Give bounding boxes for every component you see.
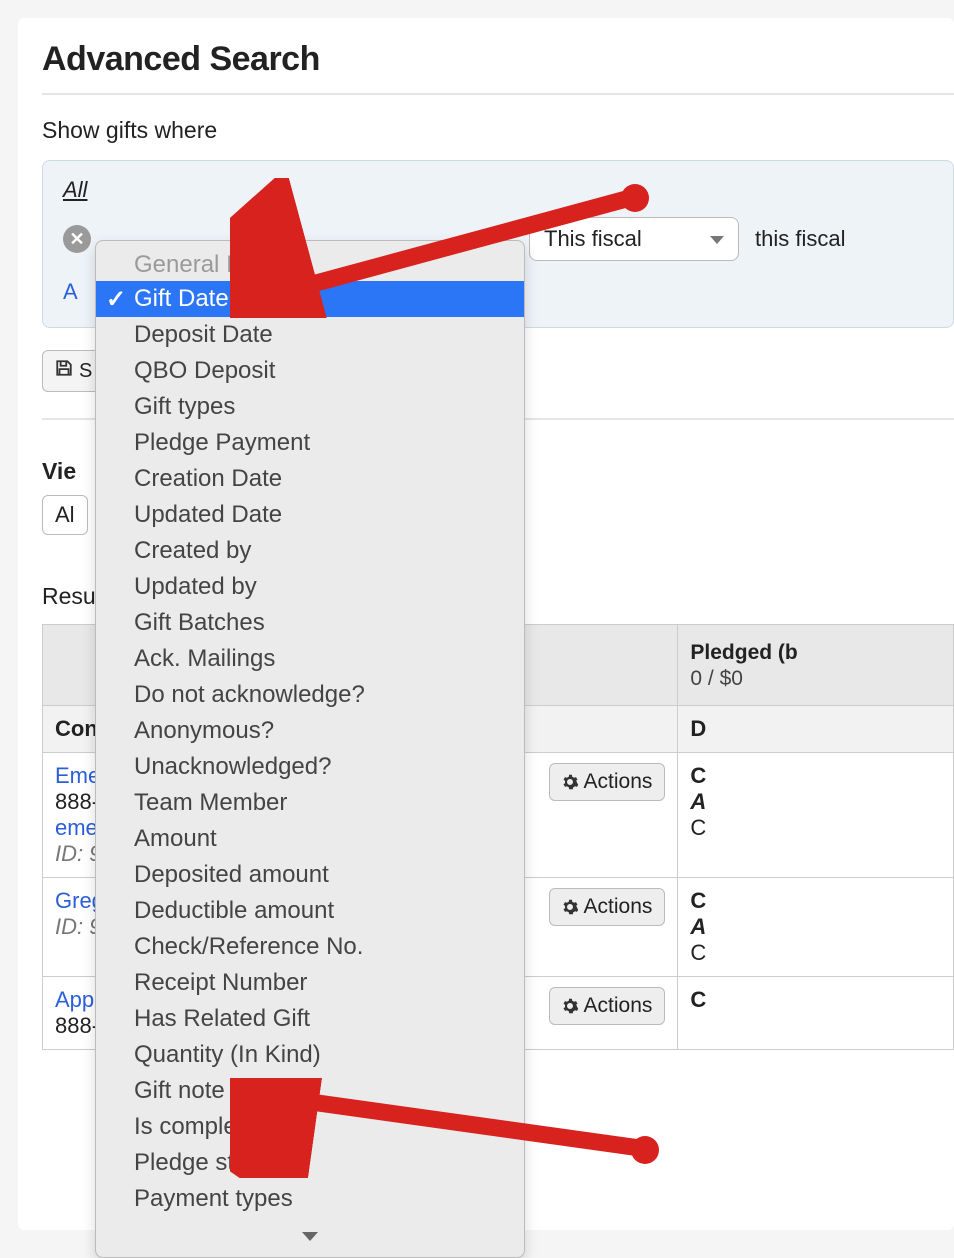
dropdown-option[interactable]: Has Related Gift xyxy=(96,1001,524,1037)
dropdown-scroll-indicator[interactable] xyxy=(96,1217,524,1247)
dropdown-option[interactable]: Created by xyxy=(96,533,524,569)
dropdown-option[interactable]: Team Member xyxy=(96,785,524,821)
gear-icon xyxy=(562,774,578,790)
cell-date: CAC xyxy=(678,753,954,878)
dropdown-group-header: General Info xyxy=(96,245,524,281)
actions-button[interactable]: Actions xyxy=(549,987,666,1025)
dropdown-option[interactable]: Quantity (In Kind) xyxy=(96,1037,524,1073)
cell-date: C xyxy=(678,977,954,1050)
dropdown-option[interactable]: Check/Reference No. xyxy=(96,929,524,965)
view-select[interactable]: Al xyxy=(42,495,88,535)
chevron-down-icon xyxy=(302,1232,318,1241)
dropdown-option[interactable]: Unacknowledged? xyxy=(96,749,524,785)
actions-button[interactable]: Actions xyxy=(549,888,666,926)
summary-pledged: Pledged (b 0 / $0 xyxy=(678,625,954,706)
save-button-label: S xyxy=(79,360,92,383)
dropdown-option[interactable]: Gift Date xyxy=(96,281,524,317)
field-dropdown[interactable]: General Info Gift DateDeposit DateQBO De… xyxy=(95,240,525,1258)
dropdown-option[interactable]: Gift types xyxy=(96,389,524,425)
dropdown-option[interactable]: Gift note xyxy=(96,1073,524,1109)
actions-button[interactable]: Actions xyxy=(549,763,666,801)
date-range-text: this fiscal xyxy=(753,218,847,260)
dropdown-option[interactable]: Gift Batches xyxy=(96,605,524,641)
remove-criteria-button[interactable]: ✕ xyxy=(63,225,91,253)
cell-date: CAC xyxy=(678,878,954,977)
dropdown-option[interactable]: Receipt Number xyxy=(96,965,524,1001)
dropdown-option[interactable]: Amount xyxy=(96,821,524,857)
view-select-value: Al xyxy=(55,502,75,527)
dropdown-option[interactable]: QBO Deposit xyxy=(96,353,524,389)
dropdown-option[interactable]: Anonymous? xyxy=(96,713,524,749)
page-title: Advanced Search xyxy=(42,40,954,89)
date-range-select[interactable]: This fiscal xyxy=(529,217,739,261)
dropdown-option[interactable]: Updated Date xyxy=(96,497,524,533)
criteria-intro: Show gifts where xyxy=(42,117,954,144)
criteria-mode[interactable]: All xyxy=(63,177,933,203)
date-range-value: This fiscal xyxy=(544,226,642,251)
dropdown-option[interactable]: Do not acknowledge? xyxy=(96,677,524,713)
dropdown-option[interactable]: Deductible amount xyxy=(96,893,524,929)
save-icon xyxy=(55,359,73,383)
close-icon: ✕ xyxy=(69,229,84,250)
dropdown-option[interactable]: Ack. Mailings xyxy=(96,641,524,677)
dropdown-option[interactable]: Is completed? xyxy=(96,1109,524,1145)
dropdown-option[interactable]: Updated by xyxy=(96,569,524,605)
dropdown-option[interactable]: Deposit Date xyxy=(96,317,524,353)
dropdown-option[interactable]: Pledge Payment xyxy=(96,425,524,461)
dropdown-option[interactable]: Deposited amount xyxy=(96,857,524,893)
dropdown-option[interactable]: Pledge status xyxy=(96,1145,524,1181)
dropdown-option[interactable]: Payment types xyxy=(96,1181,524,1217)
gear-icon xyxy=(562,998,578,1014)
divider xyxy=(42,93,954,95)
dropdown-option[interactable]: Creation Date xyxy=(96,461,524,497)
criteria-mode-label: All xyxy=(63,177,87,202)
gear-icon xyxy=(562,899,578,915)
col-date[interactable]: D xyxy=(678,706,954,753)
